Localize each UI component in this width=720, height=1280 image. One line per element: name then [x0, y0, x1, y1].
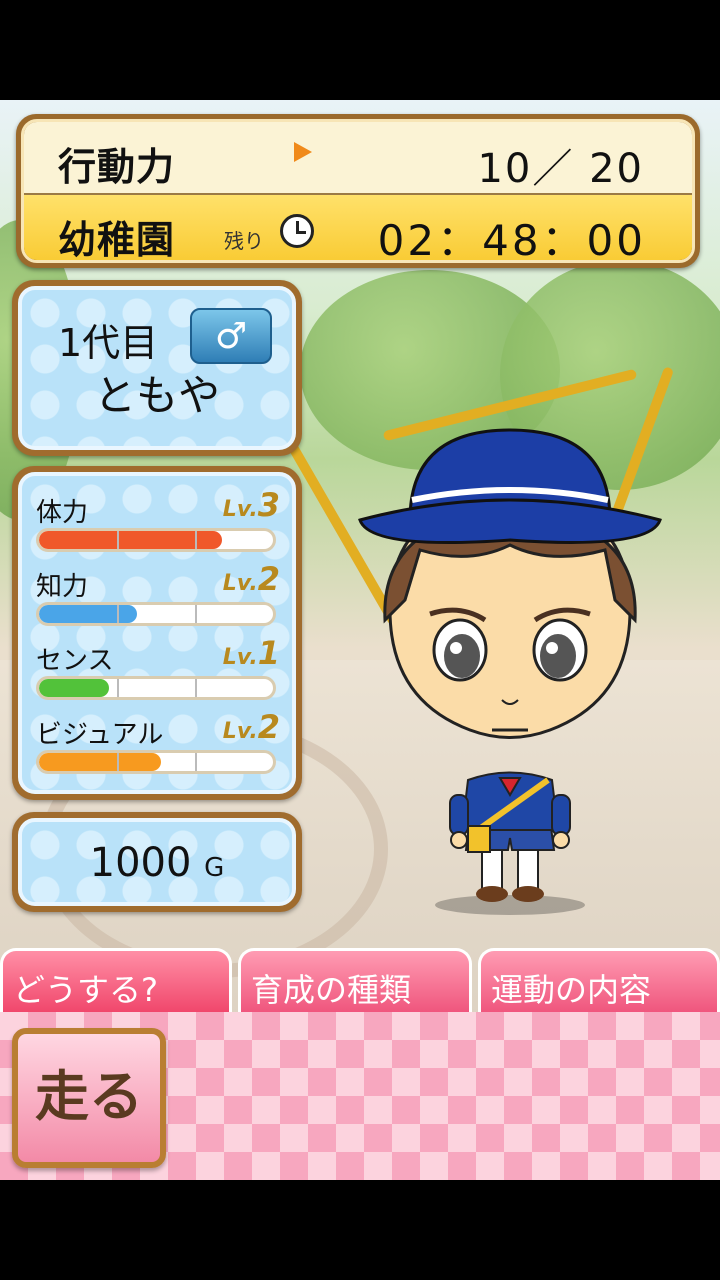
action-power-value: 10／ 20 — [477, 146, 644, 192]
stat-level-number: 1 — [257, 634, 280, 672]
stat-level: Lv.3 — [223, 486, 280, 524]
stat-bar-fill — [39, 679, 110, 697]
stat-bar — [36, 528, 276, 552]
stat-bar-tick — [194, 605, 197, 623]
stat-level-prefix: Lv. — [222, 719, 258, 744]
character-name: ともや — [93, 371, 220, 420]
stat-level-number: 2 — [257, 708, 280, 746]
stat-bar-fill — [39, 605, 138, 623]
action-power-row: 行動力 10／ 20 — [24, 122, 692, 195]
money-panel: 1000 G — [12, 812, 302, 912]
stat-name: センス — [36, 646, 114, 676]
money-amount: 1000 — [89, 840, 192, 886]
stat-level-prefix: Lv. — [222, 645, 258, 670]
stat-bar-tick — [194, 753, 197, 771]
remaining-timer: 02：48：00 — [377, 216, 646, 263]
stat-name: ビジュアル — [36, 720, 164, 750]
stat-bar — [36, 750, 276, 774]
stage-label: 幼稚園 — [58, 218, 176, 262]
generation-label: 1代目 — [58, 321, 159, 365]
money-unit: G — [204, 853, 225, 883]
tab-bar: どうする? 育成の種類 運動の内容 — [0, 948, 720, 1018]
stat-bar — [36, 676, 276, 700]
male-icon[interactable]: ♂ — [190, 308, 272, 364]
action-area: 走る — [0, 1012, 720, 1180]
stat-bar-tick — [194, 531, 197, 549]
stat-bar-tick — [116, 531, 119, 549]
stat-bar-tick — [194, 679, 197, 697]
stats-panel: 体力 Lv.3 知力 Lv.2 センス Lv.1 ビジュアル Lv.2 — [12, 466, 302, 800]
stat-bar-tick — [116, 679, 119, 697]
stat-level: Lv.2 — [223, 708, 280, 746]
stat-level: Lv.2 — [223, 560, 280, 598]
clock-icon — [280, 214, 314, 248]
stat-level-number: 3 — [257, 486, 280, 524]
run-button[interactable]: 走る — [12, 1028, 166, 1168]
money-display: 1000 G — [22, 840, 292, 886]
stat-bar — [36, 602, 276, 626]
stage-row: 幼稚園 残り 02：48：00 — [24, 195, 692, 263]
play-arrow-icon — [294, 142, 312, 162]
tab-what-to-do[interactable]: どうする? — [0, 948, 232, 1018]
status-panel: 行動力 10／ 20 幼稚園 残り 02：48：00 — [16, 114, 700, 268]
stat-bar-tick — [116, 753, 119, 771]
tab-training-type[interactable]: 育成の種類 — [238, 948, 472, 1018]
character-sprite — [358, 428, 662, 915]
stat-level: Lv.1 — [223, 634, 280, 672]
profile-panel: 1代目 ♂ ともや — [12, 280, 302, 456]
remaining-label: 残り — [224, 229, 264, 253]
stat-level-prefix: Lv. — [222, 497, 258, 522]
action-power-label: 行動力 — [58, 145, 176, 189]
stat-level-prefix: Lv. — [222, 571, 258, 596]
stat-bar-fill — [39, 753, 161, 771]
game-screen: 行動力 10／ 20 幼稚園 残り 02：48：00 1代目 ♂ ともや 体力 L… — [0, 100, 720, 1180]
stat-level-number: 2 — [257, 560, 280, 598]
stat-name: 知力 — [36, 572, 89, 602]
stat-name: 体力 — [36, 498, 89, 528]
tab-exercise-content[interactable]: 運動の内容 — [478, 948, 720, 1018]
stat-bar-tick — [116, 605, 119, 623]
